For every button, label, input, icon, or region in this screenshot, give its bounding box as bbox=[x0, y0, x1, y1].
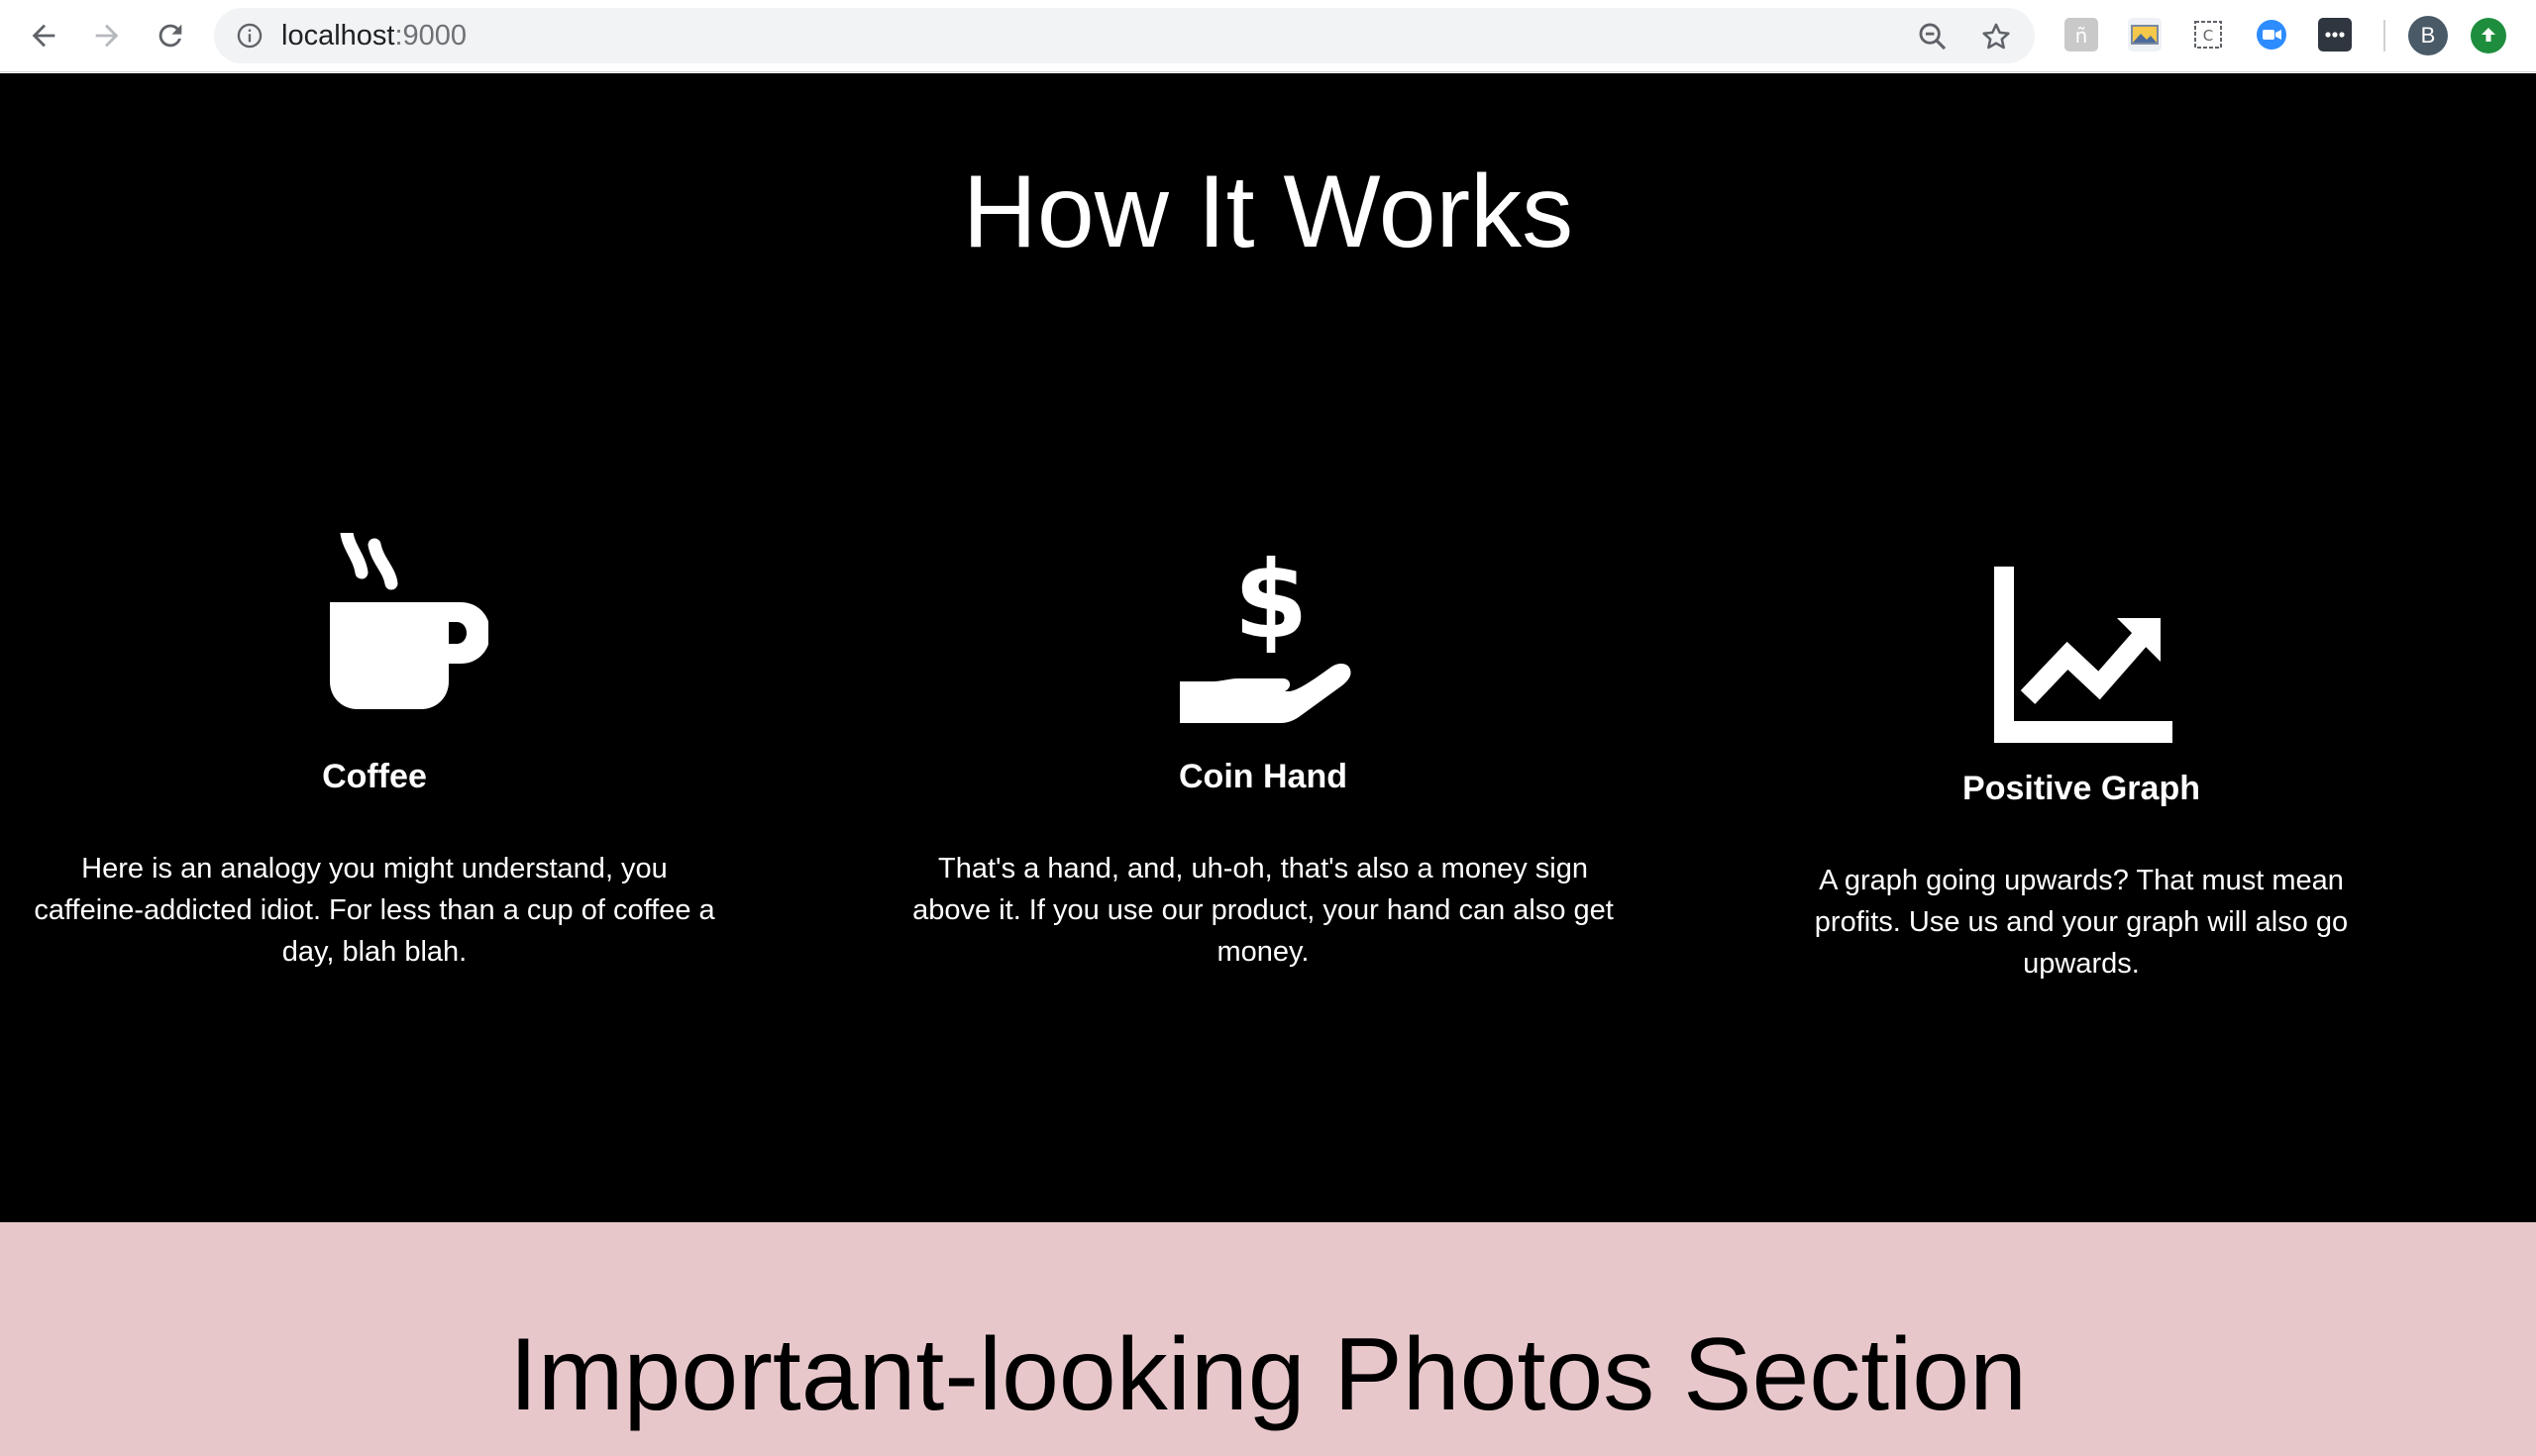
zoom-out-icon[interactable] bbox=[1916, 20, 1950, 53]
browser-toolbar: localhost:9000 ñ C B bbox=[0, 0, 2536, 72]
zoom-icon[interactable] bbox=[2255, 18, 2288, 52]
update-button[interactable] bbox=[2471, 18, 2506, 53]
url-text[interactable]: localhost:9000 bbox=[281, 20, 467, 52]
update-arrow-icon bbox=[2482, 28, 2495, 42]
feature-positive-graph: Positive Graph A graph going upwards? Th… bbox=[1725, 553, 2438, 985]
image-extension-icon bbox=[2131, 25, 2159, 45]
url-port: :9000 bbox=[394, 20, 468, 52]
more-dots-icon bbox=[2325, 32, 2345, 38]
profile-avatar[interactable]: B bbox=[2408, 16, 2448, 55]
feature-coin-hand: $ Coin Hand That's a hand, and, uh-oh, t… bbox=[906, 533, 1620, 973]
how-it-works-title: How It Works bbox=[962, 155, 1574, 269]
coffee-icon bbox=[330, 533, 488, 709]
svg-text:C: C bbox=[2203, 27, 2213, 45]
ext-icon-2[interactable] bbox=[2128, 18, 2162, 52]
zoom-video-icon bbox=[2257, 20, 2286, 50]
feature-description: That's a hand, and, uh-oh, that's also a… bbox=[912, 853, 1614, 968]
page-viewport: How It Works Coffee Here is an analogy y… bbox=[0, 73, 2536, 1456]
back-arrow-icon bbox=[32, 24, 55, 48]
feature-coffee: Coffee Here is an analogy you might unde… bbox=[18, 533, 731, 973]
bookmark-star-icon[interactable] bbox=[1979, 20, 2013, 53]
clipboard-extension-icon: C bbox=[2194, 21, 2222, 49]
address-bar[interactable]: localhost:9000 bbox=[214, 8, 2035, 63]
coin-hand-icon: $ bbox=[1180, 539, 1351, 723]
photos-section-title: Important-looking Photos Section bbox=[509, 1317, 2027, 1432]
svg-text:$: $ bbox=[1233, 539, 1308, 663]
feature-title: Coffee bbox=[322, 758, 427, 795]
site-info-icon[interactable] bbox=[236, 22, 264, 50]
feature-description: A graph going upwards? That must mean pr… bbox=[1814, 865, 2349, 980]
url-host: localhost bbox=[281, 20, 395, 52]
feature-description: Here is an analogy you might understand,… bbox=[34, 853, 715, 968]
svg-text:ñ: ñ bbox=[2075, 24, 2088, 48]
how-it-works-section: How It Works Coffee Here is an analogy y… bbox=[0, 73, 2536, 1222]
feature-title: Coin Hand bbox=[1179, 758, 1347, 795]
reload-button[interactable] bbox=[149, 14, 192, 57]
reload-icon bbox=[158, 24, 182, 48]
positive-graph-icon bbox=[1994, 567, 2172, 743]
extension-glyph-icon: ñ bbox=[2075, 24, 2088, 48]
ext-icon-5[interactable] bbox=[2318, 18, 2352, 52]
ext-icon-1[interactable]: ñ bbox=[2064, 18, 2098, 52]
toolbar-divider bbox=[2383, 20, 2385, 52]
forward-button[interactable] bbox=[85, 14, 129, 57]
feature-title: Positive Graph bbox=[1962, 770, 2200, 807]
back-button[interactable] bbox=[22, 14, 65, 57]
photos-section: Important-looking Photos Section bbox=[0, 1222, 2536, 1456]
forward-arrow-icon bbox=[95, 24, 119, 48]
ext-icon-3[interactable]: C bbox=[2191, 18, 2225, 52]
